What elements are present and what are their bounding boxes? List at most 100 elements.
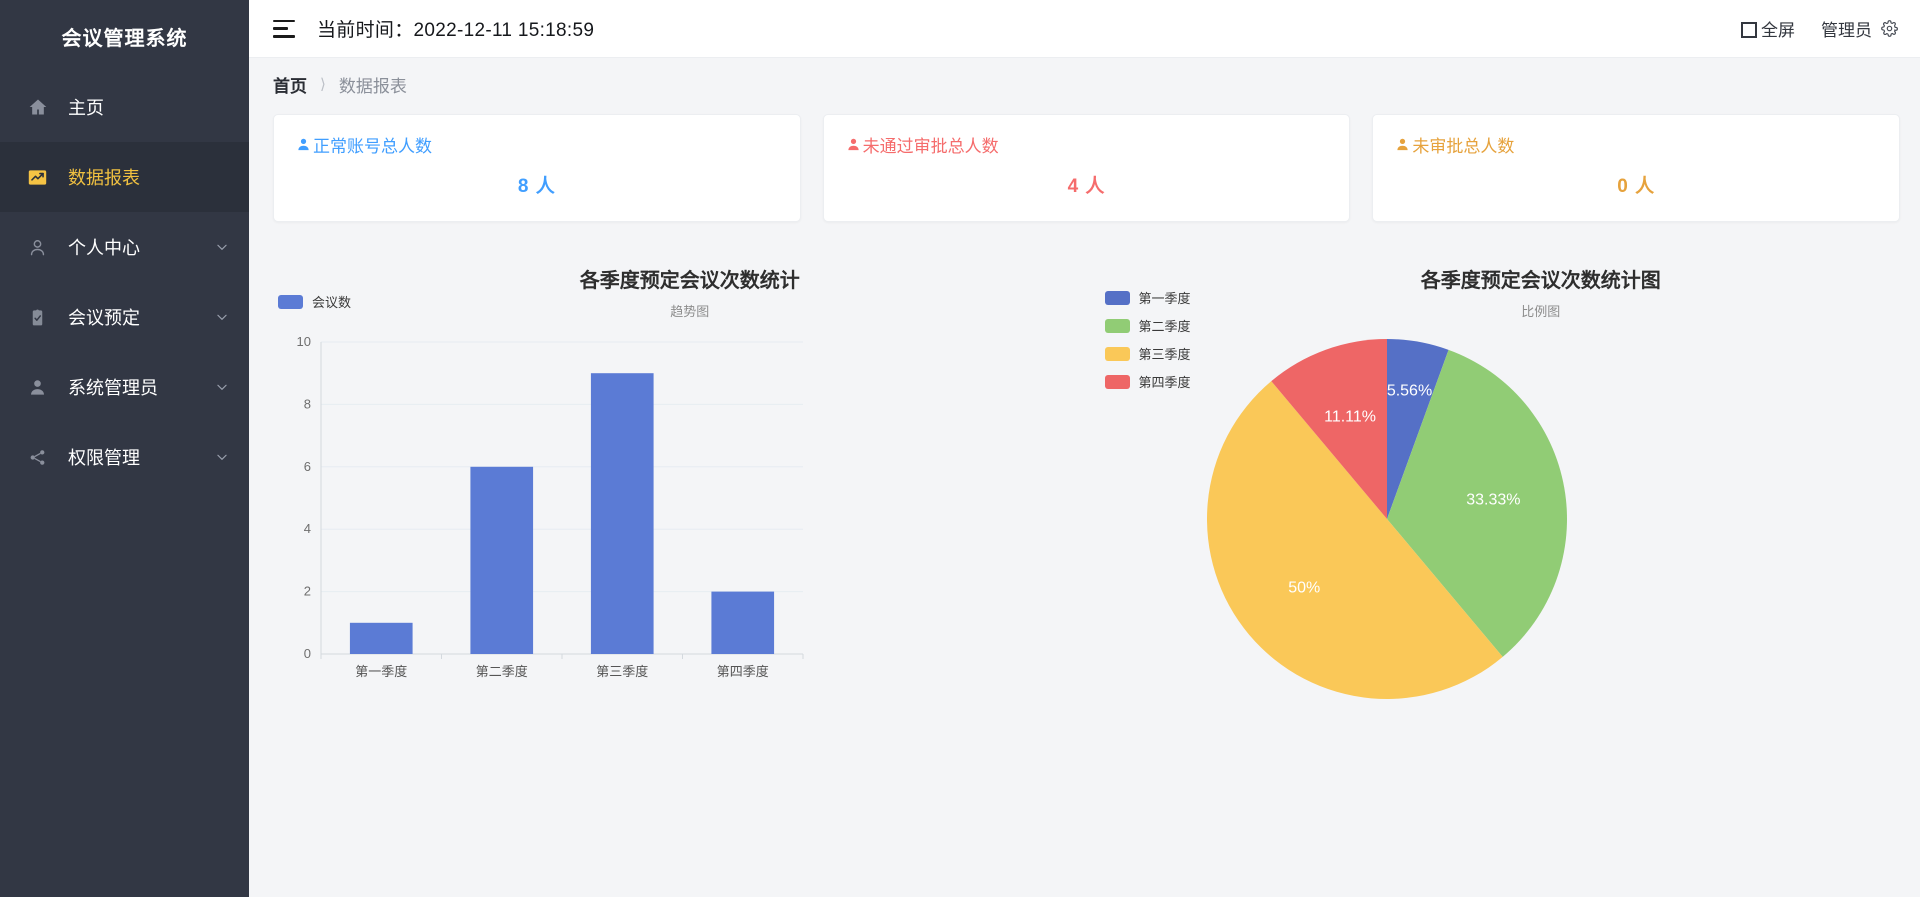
svg-text:33.33%: 33.33% [1466, 491, 1520, 508]
stat-card-pending-approvals: 未审批总人数 0 人 [1372, 114, 1901, 222]
chart-icon [28, 168, 54, 187]
svg-text:8: 8 [304, 396, 311, 411]
sidebar-item-label: 系统管理员 [68, 378, 158, 398]
share-nodes-icon [28, 448, 54, 467]
breadcrumb: 首页 ⟩ 数据报表 [249, 58, 1920, 110]
pie-chart-panel: 第一季度 第二季度 第三季度 第四季度 各季度预定会议次数统计图 比例图 5.5… [1087, 264, 1901, 714]
sidebar-item-label: 数据报表 [68, 164, 254, 190]
fullscreen-icon [1741, 21, 1757, 38]
top-bar: 当前时间：2022-12-11 15:18:59 全屏 管理员 [249, 0, 1920, 58]
stat-card-value: 8 人 [517, 176, 556, 197]
user-solid-icon [28, 378, 54, 397]
stat-card-title-text: 正常账号总人数 [313, 137, 432, 156]
legend-item[interactable]: 第一季度 [1104, 288, 1191, 307]
svg-text:50%: 50% [1288, 580, 1320, 597]
bar-chart-title: 各季度预定会议次数统计 [579, 270, 800, 292]
gear-icon[interactable] [1881, 20, 1898, 37]
user-solid-icon [296, 137, 311, 153]
admin-label: 管理员 [1821, 21, 1872, 40]
sidebar-item-personal-center[interactable]: 个人中心 [0, 212, 249, 282]
top-bar-actions: 全屏 管理员 [1741, 16, 1898, 41]
sidebar-item-label: 主页 [68, 98, 104, 118]
stat-card-title: 未审批总人数 [1395, 132, 1877, 157]
svg-text:2: 2 [304, 584, 311, 599]
sidebar-item-label: 个人中心 [68, 238, 140, 258]
app-root: 会议管理系统 主页 数据报表 个人中心 会议预定 系统管理员 权限管理 当前时间… [0, 0, 1920, 897]
fullscreen-button[interactable]: 全屏 [1741, 16, 1795, 41]
breadcrumb-current: 数据报表 [338, 76, 407, 96]
legend-item[interactable]: 第三季度 [1104, 344, 1191, 363]
stat-cards-row: 正常账号总人数 8 人 未通过审批总人数 4 人 未审批总人数 0 人 [273, 114, 1901, 222]
svg-text:第二季度: 第二季度 [476, 664, 528, 679]
user-solid-icon [846, 137, 861, 153]
sidebar-item-system-admin[interactable]: 系统管理员 [0, 352, 249, 422]
sidebar-item-meeting-booking[interactable]: 会议预定 [0, 282, 249, 352]
bar-chart-plot: 0 2 4 6 8 10 第一季度 第二季度 第三季度 第四季度 [273, 328, 1087, 698]
sidebar-item-home[interactable]: 主页 [0, 72, 249, 142]
pie-chart-plot: 5.56% 33.33% 50% 11.11% [1087, 324, 1901, 714]
clipboard-check-icon [28, 308, 54, 327]
svg-text:第一季度: 第一季度 [355, 664, 407, 679]
user-outline-icon [28, 238, 54, 257]
sidebar: 会议管理系统 主页 数据报表 个人中心 会议预定 系统管理员 权限管理 [0, 0, 254, 897]
legend-swatch-icon [1104, 290, 1130, 305]
app-brand-title: 会议管理系统 [61, 27, 188, 50]
stat-card-title: 未通过审批总人数 [846, 132, 1328, 157]
chevron-down-icon [205, 380, 239, 394]
legend-label: 第一季度 [1138, 291, 1191, 306]
home-icon [28, 97, 54, 117]
legend-label: 第三季度 [1138, 347, 1191, 362]
pie-chart-title: 各季度预定会议次数统计图 [1420, 270, 1661, 292]
legend-swatch-icon [278, 294, 303, 309]
svg-text:11.11%: 11.11% [1324, 409, 1376, 426]
sidebar-item-permission-management[interactable]: 权限管理 [0, 422, 249, 492]
bar-chart-panel: 会议数 各季度预定会议次数统计 趋势图 0 2 4 6 8 10 第一季度 第二季度 第三季度 第… [273, 264, 1087, 714]
stat-card-rejected-approvals: 未通过审批总人数 4 人 [822, 114, 1351, 222]
bar-chart-subtitle: 趋势图 [670, 304, 710, 319]
pie-chart-subtitle: 比例图 [1521, 304, 1561, 319]
bar-chart-legend: 会议数 [278, 292, 351, 320]
legend-item[interactable]: 第二季度 [1104, 316, 1191, 335]
stat-card-title: 正常账号总人数 [296, 132, 778, 157]
fullscreen-label: 全屏 [1761, 21, 1795, 40]
legend-label: 第二季度 [1138, 319, 1191, 334]
chevron-down-icon [205, 310, 239, 324]
hamburger-icon[interactable] [273, 19, 295, 38]
legend-item[interactable]: 会议数 [278, 292, 351, 311]
svg-text:5.56%: 5.56% [1386, 383, 1431, 400]
content-scroll-area[interactable]: 正常账号总人数 8 人 未通过审批总人数 4 人 未审批总人数 0 人 会议数 … [249, 110, 1920, 897]
pie-chart-legend: 第一季度 第二季度 第三季度 第四季度 [1104, 288, 1191, 400]
main-area: 当前时间：2022-12-11 15:18:59 全屏 管理员 首页 ⟩ 数据报… [249, 0, 1920, 897]
chevron-down-icon [205, 240, 239, 254]
breadcrumb-separator-icon: ⟩ [320, 76, 326, 93]
stat-card-value: 0 人 [1617, 176, 1656, 197]
chevron-down-icon [205, 450, 239, 464]
sidebar-nav: 主页 数据报表 个人中心 会议预定 系统管理员 权限管理 [0, 72, 254, 492]
stat-card-title-text: 未通过审批总人数 [862, 137, 999, 156]
user-solid-icon [1395, 137, 1410, 153]
current-time-label: 当前时间： [317, 20, 414, 41]
svg-text:6: 6 [304, 459, 311, 474]
svg-text:第三季度: 第三季度 [596, 664, 648, 679]
legend-swatch-icon [1104, 318, 1130, 333]
admin-menu[interactable]: 管理员 [1821, 16, 1898, 41]
stat-card-title-text: 未审批总人数 [1412, 137, 1515, 156]
sidebar-item-label: 会议预定 [68, 308, 140, 328]
current-time-value: 2022-12-11 15:18:59 [413, 20, 595, 41]
svg-text:4: 4 [304, 521, 311, 536]
charts-row: 会议数 各季度预定会议次数统计 趋势图 0 2 4 6 8 10 第一季度 第二季度 第三季度第… [273, 264, 1900, 714]
stat-card-value: 4 人 [1067, 176, 1106, 197]
current-time-display: 当前时间：2022-12-11 15:18:59 [317, 15, 594, 42]
svg-text:0: 0 [304, 646, 311, 661]
legend-swatch-icon [1104, 346, 1130, 361]
legend-item[interactable]: 第四季度 [1104, 372, 1191, 391]
sidebar-item-data-report[interactable]: 数据报表 [0, 142, 254, 212]
legend-swatch-icon [1104, 374, 1130, 389]
legend-label: 会议数 [312, 295, 352, 310]
svg-text:10: 10 [297, 334, 311, 349]
breadcrumb-home[interactable]: 首页 [273, 72, 307, 97]
svg-text:第四季度: 第四季度 [717, 664, 769, 679]
stat-card-normal-accounts: 正常账号总人数 8 人 [273, 114, 801, 222]
legend-label: 第四季度 [1138, 375, 1191, 390]
sidebar-item-label: 权限管理 [68, 448, 140, 468]
